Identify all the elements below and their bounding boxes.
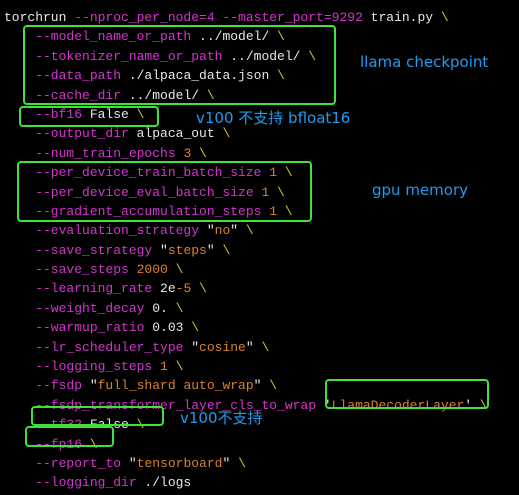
cli-value: " (152, 242, 168, 258)
cli-value: " (183, 339, 200, 355)
cli-value: " (199, 223, 215, 239)
cli-flag: --weight_decay (4, 300, 145, 316)
cli-flag: --save_strategy (4, 242, 153, 258)
highlight-box-llama-decoder (325, 379, 489, 409)
code-line: --save_steps 2000 \ (4, 260, 488, 279)
highlight-box-gpu-memory (17, 161, 312, 222)
line-continuation: \ (440, 10, 449, 25)
cli-flag: --num_train_epochs (4, 145, 176, 161)
cli-value: " (245, 339, 262, 355)
line-continuation: \ (175, 262, 184, 278)
line-continuation: \ (238, 455, 246, 471)
cli-value: 0.03 (144, 320, 192, 336)
code-line: --lr_scheduler_type "cosine" \ (4, 338, 488, 357)
note-tf32: v100不支持 (180, 409, 263, 427)
cli-value: -5 (175, 281, 200, 297)
cli-value: cosine (199, 339, 246, 355)
code-line: --report_to "tensorboard" \ (4, 454, 488, 473)
cli-flag: --nproc_per_node=4 --master_port=9292 (74, 10, 363, 25)
cli-value: " (230, 223, 246, 239)
highlight-box-fp16 (25, 426, 114, 447)
highlight-box-bf16 (19, 106, 159, 127)
cli-value: 3 (175, 145, 200, 161)
code-line: --learning_rate 2e-5 \ (4, 279, 488, 298)
line-continuation: \ (199, 281, 207, 297)
cli-value: " (121, 455, 137, 471)
cli-value: " (253, 378, 270, 394)
line-continuation: \ (175, 300, 184, 316)
line-continuation: \ (191, 320, 200, 336)
cli-flag: --learning_rate (4, 281, 153, 297)
cli-value: " (222, 455, 239, 471)
line-continuation: \ (245, 223, 254, 239)
cli-value: 2e (152, 281, 176, 297)
highlight-box-tf32 (31, 406, 164, 426)
cli-flag: --save_steps (4, 262, 129, 278)
cli-value: full_shard auto_wrap (97, 378, 254, 394)
code-line: --evaluation_strategy "no" \ (4, 221, 488, 240)
cli-flag: --logging_dir (4, 475, 137, 491)
code-line: --logging_steps 1 \ (4, 357, 488, 376)
cli-value: 1 (152, 359, 176, 375)
cli-flag: --evaluation_strategy (4, 223, 200, 239)
line-continuation: \ (175, 359, 184, 375)
cli-flag: --logging_steps (4, 359, 153, 375)
cli-value: steps (167, 242, 207, 258)
cli-value: 2000 (128, 262, 176, 278)
cli-flag: --warmup_ratio (4, 320, 145, 336)
note-llama-checkpoint: llama checkpoint (360, 53, 489, 71)
cli-value: no (214, 223, 231, 239)
code-line: --logging_dir ./logs (4, 473, 488, 492)
cli-flag: --report_to (4, 455, 122, 471)
cli-value: " (82, 378, 98, 394)
note-gpu-memory: gpu memory (372, 181, 468, 199)
code-line: --weight_decay 0. \ (4, 299, 488, 318)
cli-value: train.py (362, 10, 441, 25)
line-continuation: \ (261, 339, 270, 355)
line-continuation: \ (222, 126, 231, 142)
code-line: --save_strategy "steps" \ (4, 241, 488, 260)
cli-value: tensorboard (136, 455, 223, 471)
line-continuation: \ (199, 145, 207, 161)
cli-flag: --output_dir (4, 126, 129, 142)
line-continuation: \ (222, 242, 231, 258)
cli-value: alpaca_out (128, 126, 223, 142)
note-bf16: v100 不支持 bfloat16 (196, 109, 351, 127)
cli-value: " (206, 242, 223, 258)
highlight-box-checkpoint (23, 25, 336, 105)
cli-flag: --fsdp (4, 378, 83, 394)
code-line: --warmup_ratio 0.03 \ (4, 318, 488, 337)
line-continuation: \ (269, 378, 278, 394)
cli-value: ./logs (136, 475, 192, 491)
cli-value: torchrun (4, 10, 75, 25)
cli-flag: --lr_scheduler_type (4, 339, 184, 355)
cli-value: 0. (144, 300, 176, 316)
